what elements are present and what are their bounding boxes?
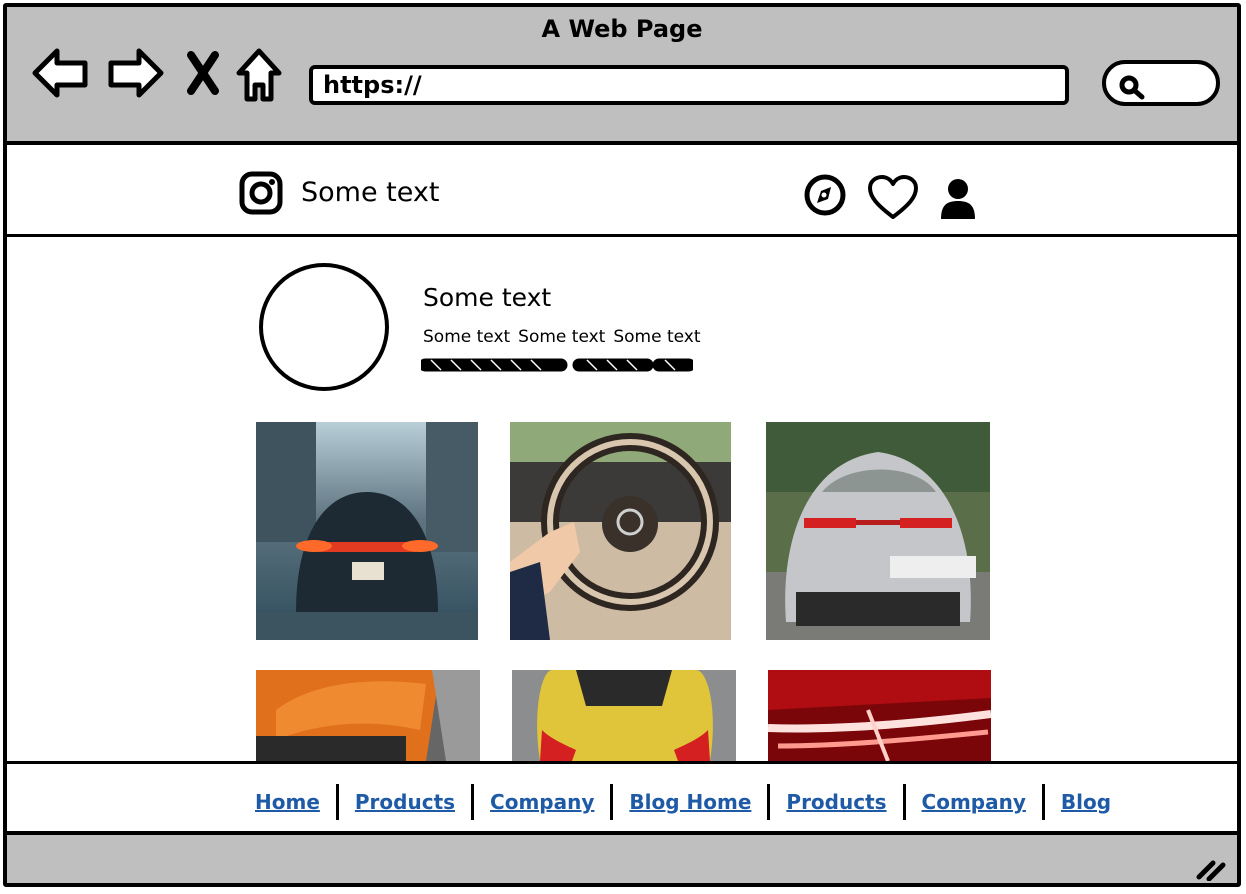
profile-avatar[interactable] (259, 263, 389, 391)
stat-followers: Some text (518, 327, 606, 347)
footer-link-company[interactable]: Company (490, 790, 594, 814)
profile-stats: Some text Some text Some text (423, 327, 701, 347)
window-title: A Web Page (541, 15, 703, 43)
footer-separator (335, 784, 339, 820)
browser-status-bar (7, 835, 1237, 883)
forward-arrow-icon[interactable] (105, 45, 165, 101)
footer-nav: Home Products Company Blog Home Products… (7, 761, 1237, 835)
footer-link-blog-home[interactable]: Blog Home (629, 790, 751, 814)
user-icon[interactable] (939, 177, 977, 221)
close-x-icon[interactable] (185, 51, 221, 95)
car-rear-city-photo[interactable] (256, 422, 478, 640)
footer-separator (902, 784, 906, 820)
footer-separator (471, 784, 475, 820)
footer-link-products-2[interactable]: Products (786, 790, 886, 814)
footer-link-company-2[interactable]: Company (922, 790, 1026, 814)
footer-separator (767, 784, 771, 820)
yellow-car-photo[interactable] (512, 670, 736, 761)
home-icon[interactable] (235, 47, 283, 103)
url-input[interactable]: https:// (309, 65, 1069, 105)
footer-link-blog[interactable]: Blog (1061, 790, 1111, 814)
app-header: Some text (7, 145, 1237, 237)
browser-search-box[interactable] (1102, 60, 1220, 106)
silver-sports-car-photo[interactable] (766, 422, 990, 640)
profile-name: Some text (423, 283, 552, 312)
stat-following: Some text (613, 327, 701, 347)
heart-icon[interactable] (867, 175, 919, 221)
instagram-icon[interactable] (239, 171, 283, 215)
steering-wheel-photo[interactable] (510, 422, 731, 640)
footer-separator (1041, 784, 1045, 820)
stat-posts: Some text (423, 327, 511, 347)
compass-icon[interactable] (803, 173, 847, 217)
brand-text: Some text (301, 177, 440, 208)
bio-scribble (421, 358, 693, 372)
orange-car-hood-photo[interactable] (256, 670, 480, 761)
browser-window: A Web Page https:// Some text Some text … (3, 3, 1241, 887)
back-arrow-icon[interactable] (31, 45, 91, 101)
footer-link-products[interactable]: Products (355, 790, 455, 814)
red-tail-light-photo[interactable] (768, 670, 991, 761)
footer-link-home[interactable]: Home (255, 790, 320, 814)
browser-chrome: A Web Page https:// (7, 7, 1237, 145)
resize-grip-icon[interactable] (1195, 855, 1227, 881)
search-icon (1119, 75, 1145, 100)
footer-separator (610, 784, 614, 820)
